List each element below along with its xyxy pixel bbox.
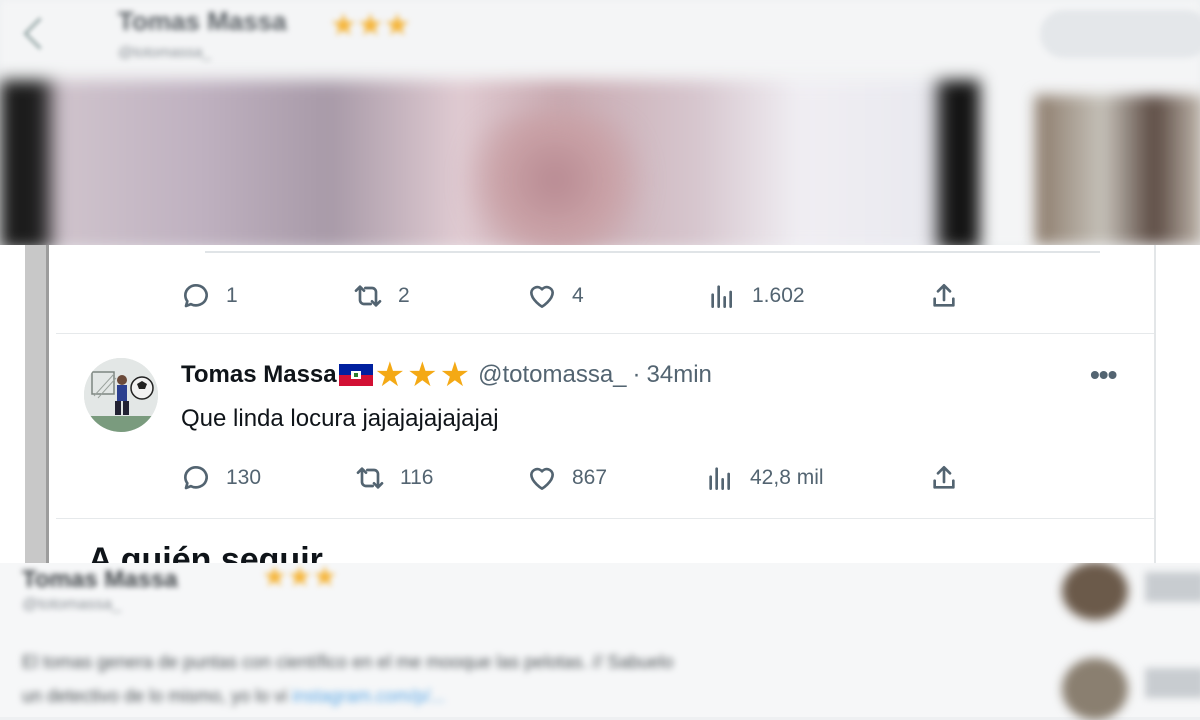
bg-bottom-handle: @totomassa_	[22, 596, 121, 613]
star-icon: ★	[374, 356, 406, 394]
retweet-count: 116	[400, 466, 434, 489]
star-icon: ★	[439, 356, 471, 394]
bg-bottom-name: Tomas Massa	[22, 566, 178, 593]
views-count: 42,8 mil	[750, 466, 824, 489]
views-icon	[711, 285, 732, 308]
who-to-follow-title: A quién seguir	[88, 541, 323, 563]
reply-button[interactable]: 130	[180, 463, 261, 493]
left-rail	[25, 245, 49, 563]
share-button[interactable]	[928, 463, 960, 493]
bg-side-photo	[1035, 95, 1200, 245]
retweet-button[interactable]: 2	[352, 281, 410, 311]
bg-avatar-2	[1062, 658, 1128, 720]
heart-icon	[530, 285, 554, 308]
bg-bottom-link: instagram.com/p/...	[292, 686, 446, 706]
heart-icon	[530, 467, 554, 490]
reply-icon	[184, 284, 208, 308]
retweet-button[interactable]: 116	[354, 463, 433, 493]
views-count: 1.602	[752, 284, 805, 307]
bg-profile-handle: @totomassa_	[118, 44, 211, 61]
bg-side-2	[1145, 668, 1200, 698]
tweet-divider-bottom	[56, 518, 1154, 519]
retweet-icon	[354, 285, 382, 307]
bg-side-1	[1145, 572, 1200, 602]
bg-stars-icon: ★★★	[330, 9, 411, 42]
share-button[interactable]	[928, 281, 960, 311]
tweet-text: Que linda locura jajajajajajajaj	[181, 405, 499, 432]
avatar-image	[84, 358, 158, 432]
bg-avatar-1	[1062, 562, 1128, 620]
bg-profile-name: Tomas Massa	[118, 6, 287, 36]
more-options-icon[interactable]: •••	[1090, 359, 1117, 391]
share-icon	[933, 284, 955, 307]
tweet-header: Tomas Massa ★ ★ ★ @totomassa_ · 34min	[181, 356, 712, 394]
like-count: 4	[572, 284, 584, 307]
bg-search-box	[1040, 10, 1200, 58]
like-count: 867	[572, 466, 608, 489]
bg-bottom-text-2: un detectivo de lo mismo, yo lo vi insta…	[22, 686, 445, 707]
bg-face-blur	[440, 110, 670, 250]
haiti-flag-icon	[338, 364, 373, 386]
reply-count: 130	[226, 466, 262, 489]
like-button[interactable]: 867	[526, 463, 607, 493]
avatar[interactable]	[84, 358, 158, 432]
like-button[interactable]: 4	[526, 281, 584, 311]
reply-count: 1	[226, 284, 238, 307]
views-icon	[709, 467, 730, 490]
share-icon	[933, 466, 955, 489]
tweet-actions: 130 116 867 42,8 mil	[180, 463, 980, 493]
reply-icon	[184, 466, 208, 490]
bg-bottom-text-2a: un detectivo de lo mismo, yo lo vi	[22, 686, 293, 706]
timeline-panel: 1 2 4 1.602 Tomas Massa ★ ★ ★ @totomassa…	[0, 245, 1200, 563]
media-bottom-border	[205, 251, 1100, 253]
bg-bottom-text-1: El tomas genera de puntas con científico…	[22, 652, 674, 672]
views-button[interactable]: 1.602	[706, 281, 805, 311]
author-name[interactable]: Tomas Massa	[181, 361, 337, 389]
bg-bottom-stars-icon: ★★★	[262, 561, 338, 592]
tweet-time[interactable]: 34min	[647, 361, 712, 389]
author-handle[interactable]: @totomassa_	[478, 361, 626, 389]
retweet-icon	[356, 467, 384, 489]
star-icon: ★	[407, 356, 438, 394]
separator-dot: ·	[632, 361, 641, 388]
tweet-card[interactable]: Tomas Massa ★ ★ ★ @totomassa_ · 34min ••…	[56, 333, 1154, 518]
views-button[interactable]: 42,8 mil	[704, 463, 824, 493]
prev-tweet-actions: 1 2 4 1.602	[180, 281, 980, 311]
reply-button[interactable]: 1	[180, 281, 238, 311]
right-rail	[1154, 245, 1156, 563]
retweet-count: 2	[398, 284, 410, 307]
